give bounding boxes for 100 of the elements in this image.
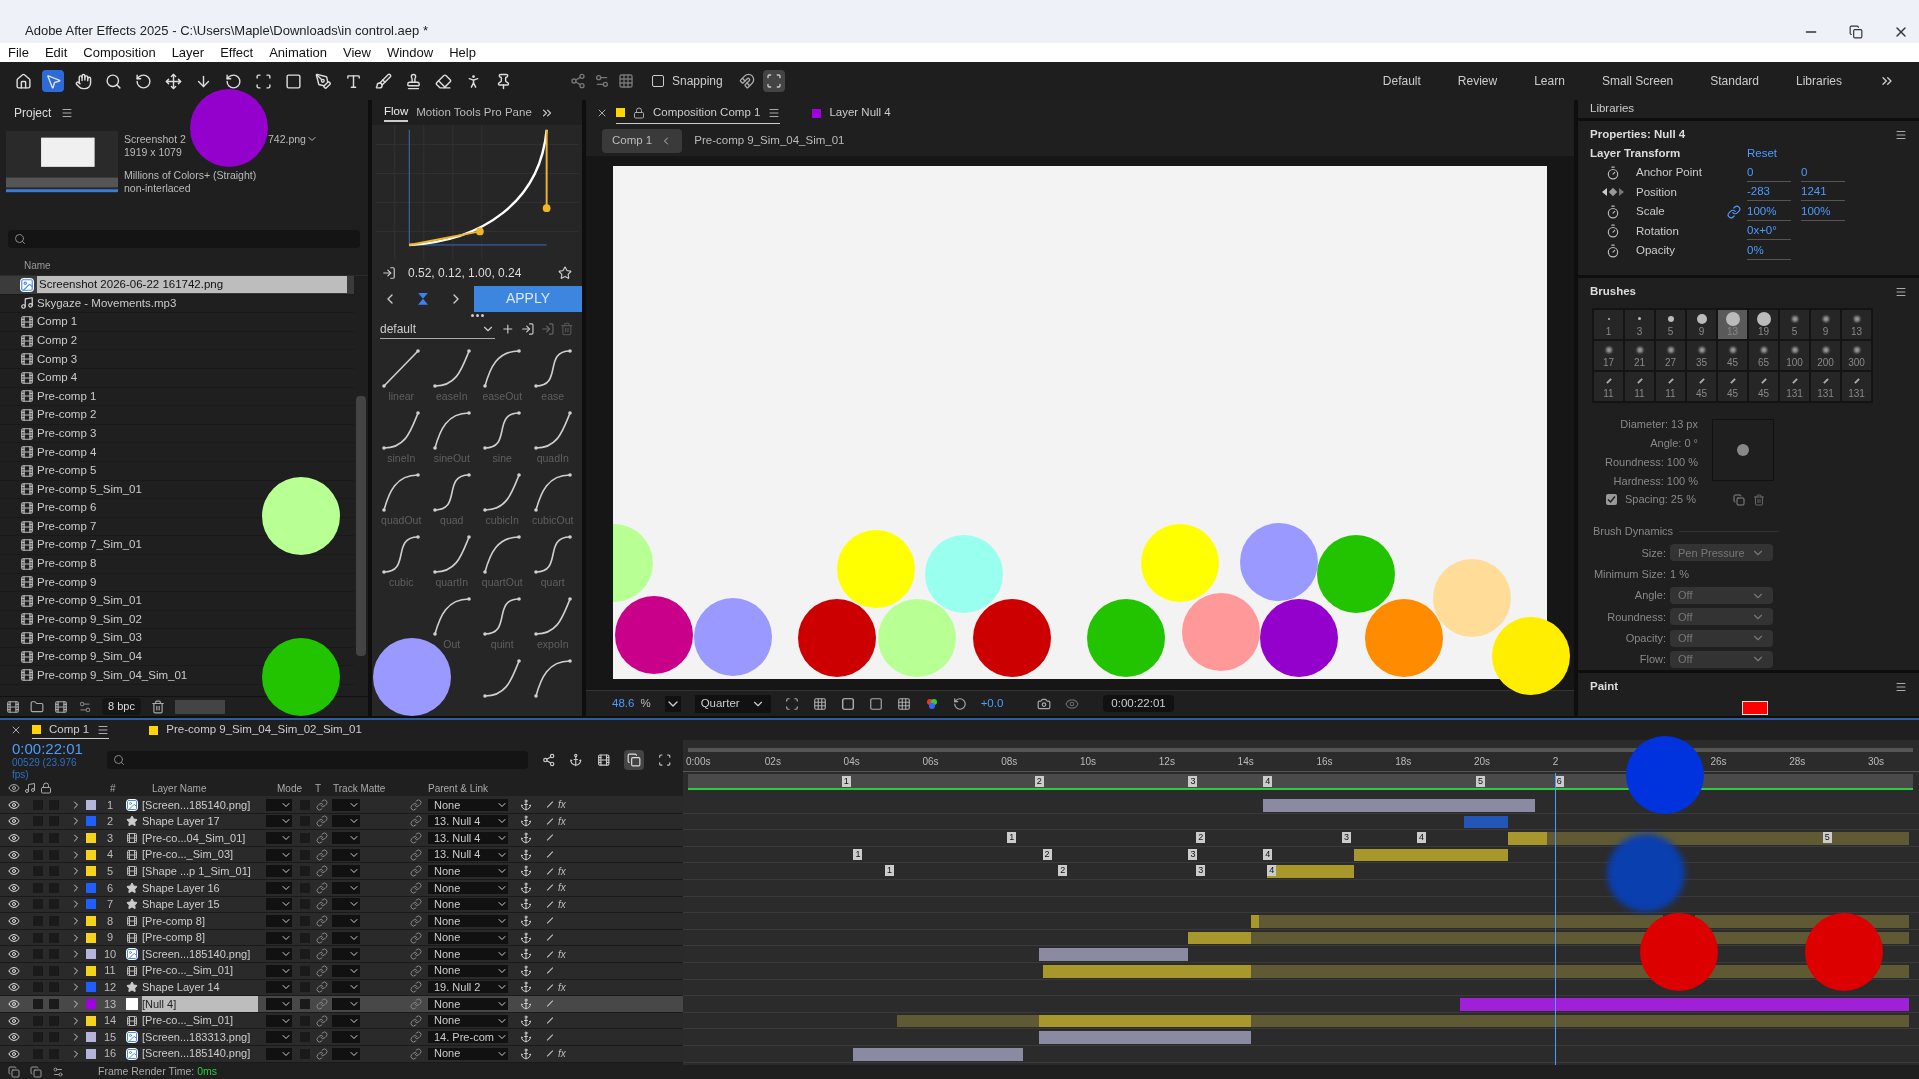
brush-tip[interactable]: 131 bbox=[1779, 370, 1810, 402]
menu-item[interactable]: Edit bbox=[44, 42, 68, 63]
brush-tip[interactable]: 131 bbox=[1810, 370, 1841, 402]
layer-marker[interactable]: 2 bbox=[1058, 865, 1068, 877]
layer-name[interactable]: [Pre-co...04_Sim_01] bbox=[142, 829, 258, 847]
parent-dropdown[interactable]: None bbox=[428, 948, 508, 961]
composition-marker[interactable]: 3 bbox=[1188, 776, 1198, 787]
project-item[interactable]: Comp 4 bbox=[0, 368, 354, 388]
menu-item[interactable]: File bbox=[8, 42, 29, 63]
layer-marker[interactable]: 4 bbox=[1263, 848, 1273, 860]
composition-marker[interactable]: 2 bbox=[1034, 776, 1044, 787]
layer-name[interactable]: [Shape ...p 1_Sim_01] bbox=[142, 862, 258, 880]
effects-switch[interactable]: fx bbox=[558, 797, 566, 813]
brush-tip[interactable]: 45 bbox=[1717, 370, 1748, 402]
parent-dropdown[interactable]: None bbox=[428, 914, 508, 927]
project-item[interactable]: Pre-comp 8 bbox=[0, 554, 354, 574]
property-value-field[interactable]: 100% bbox=[1747, 202, 1791, 221]
layer-marker[interactable]: 2 bbox=[1042, 848, 1052, 860]
layer-marker[interactable]: 2 bbox=[1196, 832, 1206, 844]
menu-item[interactable]: Window bbox=[386, 42, 434, 63]
effects-switch[interactable]: fx bbox=[558, 1046, 566, 1062]
breadcrumb[interactable]: Pre-comp 9_Sim_04_Sim_01 bbox=[694, 132, 845, 150]
brush-tip[interactable]: 131 bbox=[1841, 370, 1872, 402]
layer-marker[interactable]: 1 bbox=[853, 848, 863, 860]
parent-dropdown[interactable]: None bbox=[428, 798, 508, 811]
panel-tab[interactable]: Libraries bbox=[1590, 100, 1635, 118]
project-item[interactable]: Comp 2 bbox=[0, 331, 354, 351]
layer-marker[interactable]: 1 bbox=[885, 865, 894, 877]
project-item[interactable]: Comp 3 bbox=[0, 350, 354, 369]
property-value-field[interactable]: 0% bbox=[1747, 241, 1791, 260]
property-value-field[interactable]: -283 bbox=[1747, 183, 1791, 202]
brush-tip[interactable]: 27 bbox=[1655, 339, 1686, 371]
reset-link[interactable]: Reset bbox=[1747, 145, 1778, 163]
parent-dropdown[interactable]: None bbox=[428, 931, 508, 944]
brush-tip[interactable]: 9 bbox=[1810, 308, 1841, 340]
brush-tip[interactable]: 11 bbox=[1655, 370, 1686, 402]
layer-name[interactable]: [Screen...183313.png] bbox=[142, 1028, 258, 1046]
parent-dropdown[interactable]: None bbox=[428, 881, 508, 894]
current-time-field[interactable]: 0:00:22:01 bbox=[1103, 694, 1174, 713]
brush-tip[interactable]: 45 bbox=[1717, 339, 1748, 371]
brush-tip[interactable]: 11 bbox=[1624, 370, 1655, 402]
parent-dropdown[interactable]: None bbox=[428, 1014, 508, 1027]
menu-item[interactable]: Composition bbox=[83, 42, 156, 63]
project-item[interactable]: Pre-comp 9_Sim_02 bbox=[0, 610, 354, 630]
brush-tip[interactable]: 13 bbox=[1841, 308, 1872, 340]
brush-tip[interactable]: 5 bbox=[1779, 308, 1810, 340]
bit-depth-button[interactable]: 8 bpc bbox=[102, 698, 141, 715]
composition-marker[interactable]: 5 bbox=[1476, 776, 1485, 787]
property-value-field[interactable]: 100% bbox=[1801, 202, 1845, 221]
layer-name[interactable]: [Screen...185140.png] bbox=[142, 1045, 258, 1062]
parent-dropdown[interactable]: None bbox=[428, 1047, 508, 1060]
viewer-tab[interactable]: Layer Null 4 bbox=[812, 102, 891, 124]
menu-item[interactable]: View bbox=[343, 42, 371, 63]
layer-marker[interactable]: 3 bbox=[1342, 832, 1352, 844]
layer-marker[interactable]: 4 bbox=[1416, 832, 1426, 844]
layer-row[interactable]: 3 [Pre-co...04_Sim_01] 13. Null 4 bbox=[0, 830, 683, 847]
brush-tip[interactable]: 11 bbox=[1593, 370, 1624, 402]
effects-switch[interactable]: fx bbox=[558, 946, 566, 962]
layer-name[interactable]: Shape Layer 14 bbox=[142, 979, 258, 996]
effects-switch[interactable]: fx bbox=[558, 979, 566, 995]
panel-tab[interactable]: Motion Tools Pro Pane bbox=[416, 103, 532, 122]
project-item[interactable]: Comp 1 bbox=[0, 313, 354, 332]
layer-marker[interactable]: 3 bbox=[1196, 865, 1206, 877]
layer-name[interactable]: [Screen...185140.png] bbox=[142, 796, 258, 814]
layer-row[interactable]: 5 [Shape ...p 1_Sim_01] None fx bbox=[0, 863, 683, 880]
layer-row[interactable]: 10 [Screen...185140.png] None fx bbox=[0, 946, 683, 963]
parent-dropdown[interactable]: 13. Null 4 bbox=[428, 832, 508, 844]
workspace-tab[interactable]: Learn bbox=[1534, 72, 1565, 90]
project-item[interactable]: Pre-comp 1 bbox=[0, 387, 354, 407]
layer-marker[interactable]: 3 bbox=[1188, 848, 1198, 860]
effects-switch[interactable]: fx bbox=[558, 880, 566, 896]
project-item[interactable]: Pre-comp 2 bbox=[0, 406, 354, 425]
exposure-value[interactable]: +0.0 bbox=[980, 694, 1004, 713]
brush-tip[interactable]: 3 bbox=[1624, 308, 1655, 340]
composition-marker[interactable]: 4 bbox=[1263, 776, 1273, 787]
brush-tip[interactable]: 45 bbox=[1686, 370, 1717, 402]
project-item[interactable]: Pre-comp 9_Sim_01 bbox=[0, 592, 354, 611]
preset-dropdown[interactable]: default bbox=[380, 319, 496, 339]
resolution-dropdown[interactable]: Quarter bbox=[694, 694, 771, 713]
brush-tip[interactable]: 65 bbox=[1748, 339, 1779, 371]
property-value-field[interactable]: 1241 bbox=[1801, 183, 1845, 202]
brush-tip[interactable]: 45 bbox=[1748, 370, 1779, 402]
layer-name[interactable]: [Pre-comp 8] bbox=[142, 929, 258, 946]
layer-row[interactable]: 1 [Screen...185140.png] None fx bbox=[0, 797, 683, 814]
menu-item[interactable]: Help bbox=[449, 42, 476, 63]
project-item[interactable]: Pre-comp 3 bbox=[0, 424, 354, 444]
menu-item[interactable]: Effect bbox=[220, 42, 254, 63]
panel-tab[interactable]: Project bbox=[14, 104, 52, 122]
parent-dropdown[interactable]: 13. Null 4 bbox=[428, 848, 508, 861]
layer-row[interactable]: 8 [Pre-comp 8] None bbox=[0, 913, 683, 930]
layer-marker[interactable]: 5 bbox=[1822, 832, 1832, 844]
layer-marker[interactable]: 4 bbox=[1267, 865, 1277, 877]
layer-name[interactable]: Shape Layer 17 bbox=[142, 813, 258, 830]
project-item[interactable]: Pre-comp 9 bbox=[0, 573, 354, 593]
layer-row[interactable]: 15 [Screen...183313.png] 14. Pre-com bbox=[0, 1029, 683, 1046]
layer-marker[interactable]: 1 bbox=[1007, 832, 1017, 844]
breadcrumb[interactable]: Comp 1 bbox=[602, 129, 683, 153]
brush-tip[interactable]: 100 bbox=[1779, 339, 1810, 371]
layer-row[interactable]: 13 [Null 4] None bbox=[0, 996, 683, 1013]
parent-dropdown[interactable]: None bbox=[428, 865, 508, 878]
